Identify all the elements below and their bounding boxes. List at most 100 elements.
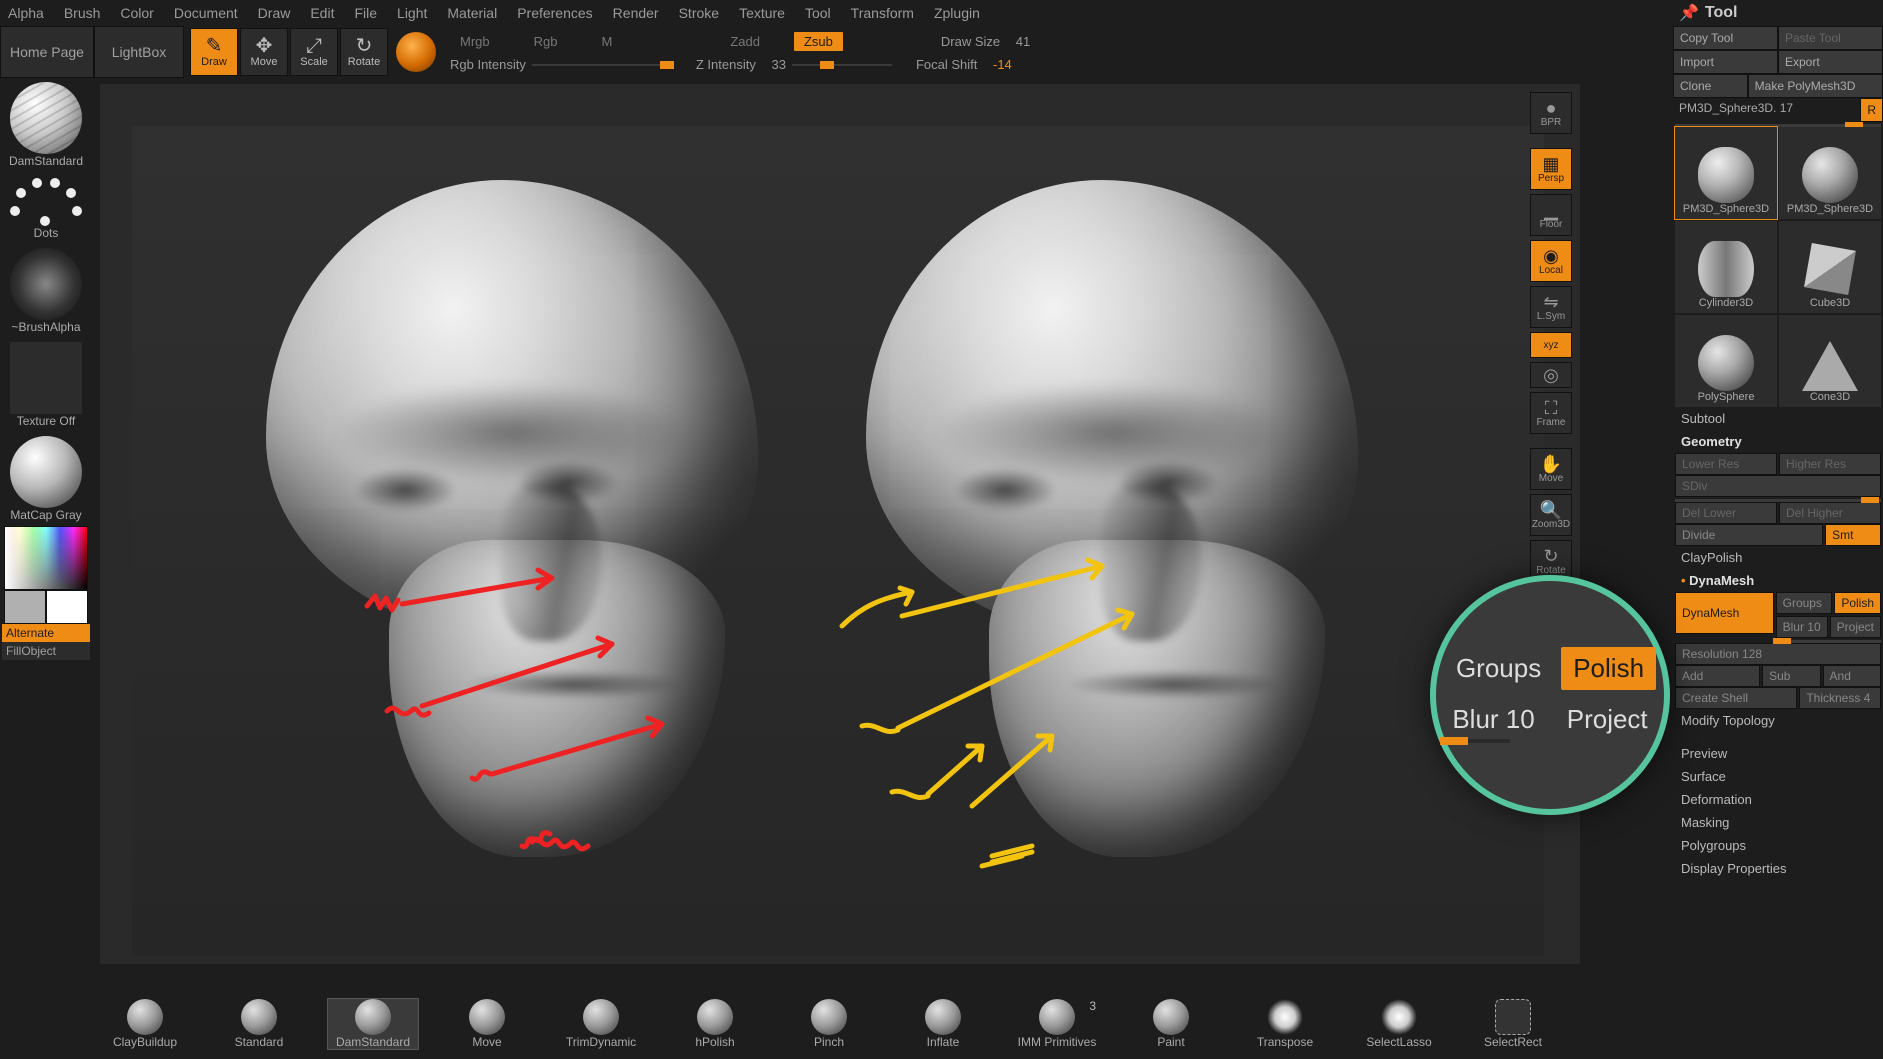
menu-transform[interactable]: Transform <box>851 5 914 21</box>
groups-toggle[interactable]: Groups <box>1776 592 1833 614</box>
section-modifytopology[interactable]: Modify Topology <box>1673 709 1883 732</box>
local-toggle[interactable]: ◉Local <box>1530 240 1572 282</box>
persp-toggle[interactable]: ▦Persp <box>1530 148 1572 190</box>
bpr-button[interactable]: ●BPR <box>1530 92 1572 134</box>
section-geometry[interactable]: Geometry <box>1673 430 1883 453</box>
smt-toggle[interactable]: Smt <box>1825 524 1881 546</box>
home-button[interactable]: Home Page <box>0 26 94 78</box>
frame-button[interactable]: ⛶Frame <box>1530 392 1572 434</box>
project-toggle[interactable]: Project <box>1830 616 1881 638</box>
zoom-view[interactable]: 🔍Zoom3D <box>1530 494 1572 536</box>
floor-toggle[interactable]: ▁Floor <box>1530 194 1572 236</box>
menu-tool[interactable]: Tool <box>805 5 831 21</box>
menu-preferences[interactable]: Preferences <box>517 5 592 21</box>
section-subtool[interactable]: Subtool <box>1673 407 1883 430</box>
copy-tool-button[interactable]: Copy Tool <box>1673 26 1778 50</box>
color-picker[interactable] <box>4 526 88 590</box>
mode-rotate[interactable]: ↻Rotate <box>340 28 388 76</box>
shelf-standard[interactable]: Standard <box>214 999 304 1049</box>
pin-icon[interactable]: 📌 <box>1679 3 1699 23</box>
section-displayprops[interactable]: Display Properties <box>1673 857 1883 880</box>
xyz-toggle[interactable]: xyz <box>1530 332 1572 358</box>
alternate-button[interactable]: Alternate <box>2 624 90 642</box>
tool-item-2[interactable]: Cylinder3D <box>1675 221 1777 313</box>
sdiv-slider[interactable]: SDiv <box>1675 475 1881 497</box>
shelf-selectlasso[interactable]: SelectLasso <box>1354 999 1444 1049</box>
brush-picker[interactable]: DamStandard <box>2 78 90 172</box>
solo-toggle[interactable]: ◎ <box>1530 362 1572 388</box>
menu-brush[interactable]: Brush <box>64 5 101 21</box>
mrgb-toggle[interactable]: Mrgb <box>450 32 500 51</box>
menu-texture[interactable]: Texture <box>739 5 785 21</box>
shelf-pinch[interactable]: Pinch <box>784 999 874 1049</box>
menu-alpha[interactable]: Alpha <box>8 5 44 21</box>
alpha-picker[interactable]: ~BrushAlpha <box>2 244 90 338</box>
tool-item-3[interactable]: Cube3D <box>1779 221 1881 313</box>
lightbox-button[interactable]: LightBox <box>94 26 184 78</box>
shelf-claybuildup[interactable]: ClayBuildup <box>100 999 190 1049</box>
section-polygroups[interactable]: Polygroups <box>1673 834 1883 857</box>
r-toggle[interactable]: R <box>1860 98 1883 122</box>
shelf-move[interactable]: Move <box>442 999 532 1049</box>
section-masking[interactable]: Masking <box>1673 811 1883 834</box>
dynamesh-button[interactable]: DynaMesh <box>1675 592 1774 634</box>
menu-material[interactable]: Material <box>447 5 497 21</box>
menu-light[interactable]: Light <box>397 5 427 21</box>
shelf-immprimitives[interactable]: 3IMM Primitives <box>1012 999 1102 1049</box>
shelf-hpolish[interactable]: hPolish <box>670 999 760 1049</box>
menu-color[interactable]: Color <box>120 5 153 21</box>
z-intensity-slider[interactable]: Z Intensity 33 <box>696 57 892 72</box>
mode-draw[interactable]: ✎Draw <box>190 28 238 76</box>
shelf-paint[interactable]: Paint <box>1126 999 1216 1049</box>
shelf-selectrect[interactable]: SelectRect <box>1468 999 1558 1049</box>
lsym-toggle[interactable]: ⇋L.Sym <box>1530 286 1572 328</box>
tool-item-1[interactable]: PM3D_Sphere3D <box>1779 127 1881 219</box>
swatch-pair[interactable] <box>4 590 88 624</box>
mode-scale[interactable]: ⤢Scale <box>290 28 338 76</box>
rgb-toggle[interactable]: Rgb <box>524 32 568 51</box>
menu-file[interactable]: File <box>354 5 377 21</box>
lower-res-button[interactable]: Lower Res <box>1675 453 1777 475</box>
texture-picker[interactable]: Texture Off <box>2 338 90 432</box>
matcap-picker[interactable]: MatCap Gray <box>2 432 90 526</box>
shelf-damstandard[interactable]: DamStandard <box>328 999 418 1049</box>
canvas[interactable] <box>132 126 1544 956</box>
menu-render[interactable]: Render <box>613 5 659 21</box>
fillobject-button[interactable]: FillObject <box>2 642 90 660</box>
menu-zplugin[interactable]: Zplugin <box>934 5 980 21</box>
menu-stroke[interactable]: Stroke <box>679 5 719 21</box>
stroke-picker[interactable]: Dots <box>2 172 90 244</box>
shelf-trimdynamic[interactable]: TrimDynamic <box>556 999 646 1049</box>
menu-draw[interactable]: Draw <box>258 5 291 21</box>
polish-toggle[interactable]: Polish <box>1834 592 1881 614</box>
section-deformation[interactable]: Deformation <box>1673 788 1883 811</box>
rgb-intensity-slider[interactable]: Rgb Intensity <box>450 57 672 72</box>
viewport[interactable]: ●BPR ▦Persp ▁Floor ◉Local ⇋L.Sym xyz ◎ ⛶… <box>100 84 1580 964</box>
del-higher-button[interactable]: Del Higher <box>1779 502 1881 524</box>
del-lower-button[interactable]: Del Lower <box>1675 502 1777 524</box>
section-dynamesh[interactable]: DynaMesh <box>1673 569 1883 592</box>
tool-item-5[interactable]: Cone3D <box>1779 315 1881 407</box>
section-surface[interactable]: Surface <box>1673 765 1883 788</box>
higher-res-button[interactable]: Higher Res <box>1779 453 1881 475</box>
clone-button[interactable]: Clone <box>1673 74 1748 98</box>
export-button[interactable]: Export <box>1778 50 1883 74</box>
section-preview[interactable]: Preview <box>1673 742 1883 765</box>
paste-tool-button[interactable]: Paste Tool <box>1778 26 1883 50</box>
active-material-swatch[interactable] <box>396 32 436 72</box>
tool-item-0[interactable]: PM3D_Sphere3D <box>1675 127 1777 219</box>
blur-slider[interactable]: Blur 10 <box>1776 616 1828 638</box>
mode-move[interactable]: ✥Move <box>240 28 288 76</box>
menu-document[interactable]: Document <box>174 5 238 21</box>
import-button[interactable]: Import <box>1673 50 1778 74</box>
draw-size-slider[interactable]: Draw Size 41 <box>941 34 1030 49</box>
move-view[interactable]: ✋Move <box>1530 448 1572 490</box>
tool-item-4[interactable]: PolySphere <box>1675 315 1777 407</box>
create-shell-button[interactable]: Create Shell <box>1675 687 1797 709</box>
zsub-toggle[interactable]: Zsub <box>794 32 843 51</box>
section-claypolish[interactable]: ClayPolish <box>1673 546 1883 569</box>
shelf-transpose[interactable]: Transpose <box>1240 999 1330 1049</box>
resolution-slider[interactable]: Resolution 128 <box>1675 643 1881 665</box>
shelf-inflate[interactable]: Inflate <box>898 999 988 1049</box>
m-toggle[interactable]: M <box>591 32 622 51</box>
